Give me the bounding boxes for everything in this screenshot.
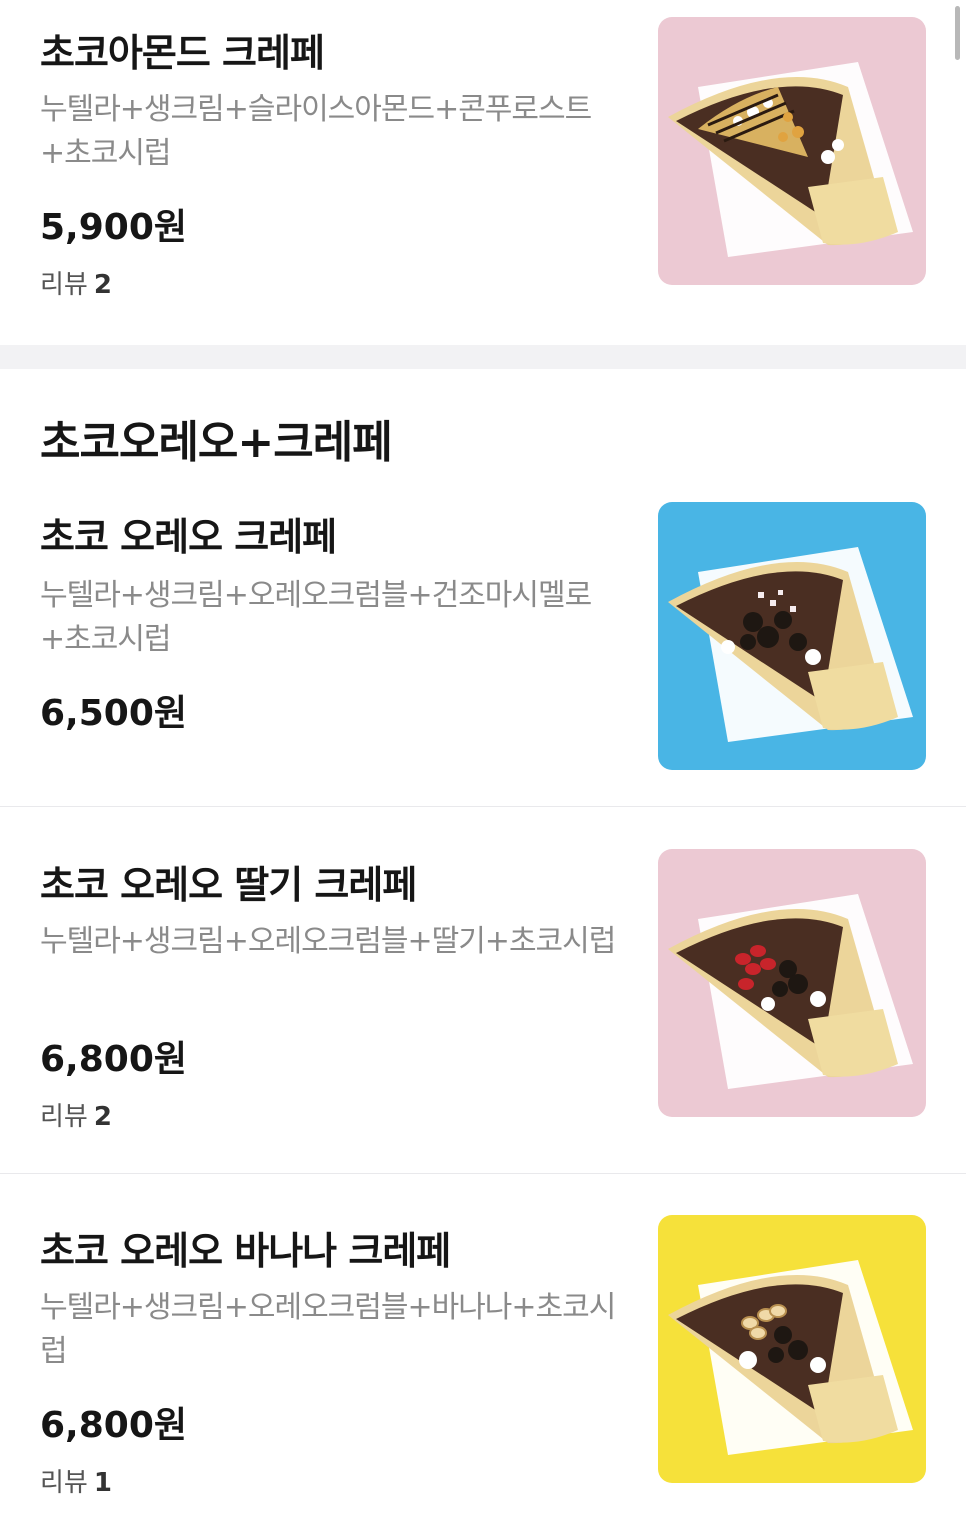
review-label: 리뷰 — [40, 1102, 88, 1132]
menu-item-photo[interactable] — [658, 849, 926, 1117]
review-count: 리뷰 2 — [40, 264, 112, 301]
menu-item-name: 초코 오레오 크레페 — [40, 515, 337, 559]
menu-item-photo[interactable] — [658, 17, 926, 285]
review-count: 리뷰 1 — [40, 1462, 112, 1499]
menu-item-price: 6,800원 — [40, 1405, 187, 1446]
menu-item-photo[interactable] — [658, 1215, 926, 1483]
review-number: 2 — [93, 1102, 112, 1132]
section-title: 초코오레오+크레페 — [40, 417, 393, 468]
menu-item-price: 6,500원 — [40, 693, 187, 734]
review-label: 리뷰 — [40, 1468, 88, 1498]
divider — [0, 1173, 966, 1174]
section-separator — [0, 345, 966, 369]
menu-item-name: 초코아몬드 크레페 — [40, 31, 325, 75]
review-number: 1 — [93, 1468, 112, 1498]
divider — [0, 806, 966, 807]
review-label: 리뷰 — [40, 270, 88, 300]
scrollbar[interactable] — [955, 6, 960, 60]
menu-item-name: 초코 오레오 바나나 크레페 — [40, 1229, 451, 1273]
review-count: 리뷰 2 — [40, 1096, 112, 1133]
menu-item-description: 누텔라+생크림+오레오크럼블+바나나+초코시럽 — [40, 1290, 616, 1369]
menu-item-photo[interactable] — [658, 502, 926, 770]
menu-item-description: 누텔라+생크림+오레오크럼블+건조마시멜로+초코시럽 — [40, 578, 592, 657]
menu-item-price: 5,900원 — [40, 207, 187, 248]
menu-item-price: 6,800원 — [40, 1039, 187, 1080]
review-number: 2 — [93, 270, 112, 300]
menu-item-description: 누텔라+생크림+슬라이스아몬드+콘푸로스트+초코시럽 — [40, 92, 592, 171]
menu-item-description: 누텔라+생크림+오레오크럼블+딸기+초코시럽 — [40, 924, 616, 959]
menu-item-name: 초코 오레오 딸기 크레페 — [40, 863, 417, 907]
